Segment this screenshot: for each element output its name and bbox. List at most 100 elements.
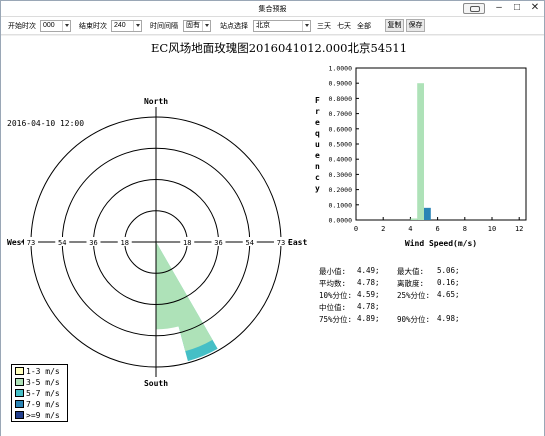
legend-label: 1-3 m/s <box>26 367 60 376</box>
p75-label: 75%分位: <box>319 315 353 324</box>
all-link[interactable]: 全部 <box>357 21 371 31</box>
minimize-button[interactable]: – <box>491 1 507 16</box>
window-layout-icon <box>470 6 480 12</box>
median-value: 4.78; <box>357 302 380 311</box>
save-button[interactable]: 保存 <box>406 19 425 32</box>
min-label: 最小值: <box>319 267 347 276</box>
histogram-bar <box>410 218 418 220</box>
chevron-down-icon <box>305 24 309 27</box>
seven-days-link[interactable]: 七天 <box>337 21 351 31</box>
x-tick-label: 8 <box>463 225 467 233</box>
title-bar: 集合预报 – □ ✕ <box>1 1 544 17</box>
y-tick-label: 0.7000 <box>329 110 353 118</box>
ring-label-west: 54 <box>58 239 66 247</box>
y-tick-label: 0.1000 <box>329 201 353 209</box>
x-tick-label: 2 <box>381 225 385 233</box>
ring-label-west: 36 <box>89 239 97 247</box>
legend-swatch <box>15 378 24 386</box>
west-label: West <box>7 238 26 247</box>
y-tick-label: 0.8000 <box>329 95 353 103</box>
legend-label: 5-7 m/s <box>26 389 60 398</box>
p25-value: 4.65; <box>437 290 460 299</box>
end-time-value: 240 <box>114 22 126 29</box>
speed-legend: 1-3 m/s 3-5 m/s 5-7 m/s 7-9 m/s >=9 m/s <box>11 364 68 422</box>
legend-label: 7-9 m/s <box>26 400 60 409</box>
legend-swatch <box>15 400 24 408</box>
median-label: 中位值: <box>319 303 347 312</box>
p10-value: 4.59; <box>357 290 380 299</box>
y-tick-label: 0.3000 <box>329 171 353 179</box>
plot-frame <box>355 67 527 221</box>
x-tick-label: 0 <box>354 225 358 233</box>
ring-label-west: 18 <box>121 239 129 247</box>
end-time-select[interactable]: 240 <box>111 20 142 32</box>
south-label: South <box>144 379 168 388</box>
legend-swatch <box>15 411 24 419</box>
interval-select[interactable]: 固有 <box>183 20 211 32</box>
y-tick-label: 0.6000 <box>329 125 353 133</box>
north-label: North <box>144 97 168 106</box>
start-time-value: 000 <box>43 22 55 29</box>
p25-label: 25%分位: <box>397 291 431 300</box>
x-tick-label: 4 <box>408 225 412 233</box>
p90-value: 4.98; <box>437 314 460 323</box>
three-days-link[interactable]: 三天 <box>317 21 331 31</box>
legend-item: >=9 m/s <box>15 411 60 421</box>
y-tick-label: 0.9000 <box>329 80 353 88</box>
rose-title: EC风场地面玫瑰图2016041012.000北京54511 <box>151 41 408 55</box>
legend-swatch <box>15 389 24 397</box>
p10-label: 10%分位: <box>319 291 353 300</box>
x-tick-label: 6 <box>435 225 439 233</box>
chevron-down-icon <box>136 24 140 27</box>
y-tick-label: 1.0000 <box>329 65 353 73</box>
wind-rose-chart: North South West East 18 18 36 36 54 54 73 73 <box>7 97 307 388</box>
x-tick-label: 10 <box>488 225 496 233</box>
ring-label-east: 36 <box>214 239 222 247</box>
y-tick-label: 0.4000 <box>329 156 353 164</box>
ring-label-east: 54 <box>246 239 254 247</box>
interval-label: 时间间隔 <box>150 23 178 30</box>
close-button[interactable]: ✕ <box>527 1 543 16</box>
ring-label-east: 73 <box>277 239 285 247</box>
legend-item: 7-9 m/s <box>15 400 60 410</box>
p90-label: 90%分位: <box>397 315 431 324</box>
dispersion-value: 0.16; <box>437 278 460 287</box>
legend-item: 5-7 m/s <box>15 389 60 399</box>
maximize-button[interactable]: □ <box>509 1 525 16</box>
chevron-down-icon <box>65 24 69 27</box>
ring-label-east: 18 <box>183 239 191 247</box>
ring-label-west: 73 <box>27 239 35 247</box>
legend-swatch <box>15 367 24 375</box>
legend-label: 3-5 m/s <box>26 378 60 387</box>
interval-value: 固有 <box>186 22 200 29</box>
rose-sector <box>156 242 200 330</box>
histogram-bar <box>417 83 424 220</box>
station-select[interactable]: 北京 <box>253 20 311 32</box>
dispersion-label: 离散度: <box>397 279 425 288</box>
start-time-select[interactable]: 000 <box>40 20 71 32</box>
mean-value: 4.78; <box>357 278 380 287</box>
frequency-histogram: 0.0000 0.1000 0.2000 0.3000 0.4000 0.5000 0.60… <box>315 65 527 248</box>
x-tick-label: 12 <box>515 225 523 233</box>
y-axis-label: Frequency <box>315 96 320 193</box>
copy-button[interactable]: 复制 <box>385 19 404 32</box>
mean-label: 平均数: <box>319 279 347 288</box>
chart-area: EC风场地面玫瑰图2016041012.000北京54511 2016-04-1… <box>1 36 544 436</box>
y-tick-label: 0.2000 <box>329 186 353 194</box>
y-tick-label: 0.0000 <box>329 217 353 225</box>
chevron-down-icon <box>205 24 209 27</box>
max-label: 最大值: <box>397 267 425 276</box>
start-time-label: 开始时次 <box>8 23 36 30</box>
y-tick-label: 0.5000 <box>329 141 353 149</box>
legend-label: >=9 m/s <box>26 411 60 420</box>
snap-layout-button[interactable] <box>463 3 485 14</box>
end-time-label: 结束时次 <box>79 23 107 30</box>
legend-item: 3-5 m/s <box>15 378 60 388</box>
min-value: 4.49; <box>357 266 380 275</box>
histogram-bar <box>424 207 431 220</box>
legend-item: 1-3 m/s <box>15 367 60 377</box>
east-label: East <box>288 238 307 247</box>
x-axis-label: Wind Speed(m/s) <box>405 238 477 248</box>
station-value: 北京 <box>256 22 270 29</box>
station-label: 站点选择 <box>220 23 248 30</box>
